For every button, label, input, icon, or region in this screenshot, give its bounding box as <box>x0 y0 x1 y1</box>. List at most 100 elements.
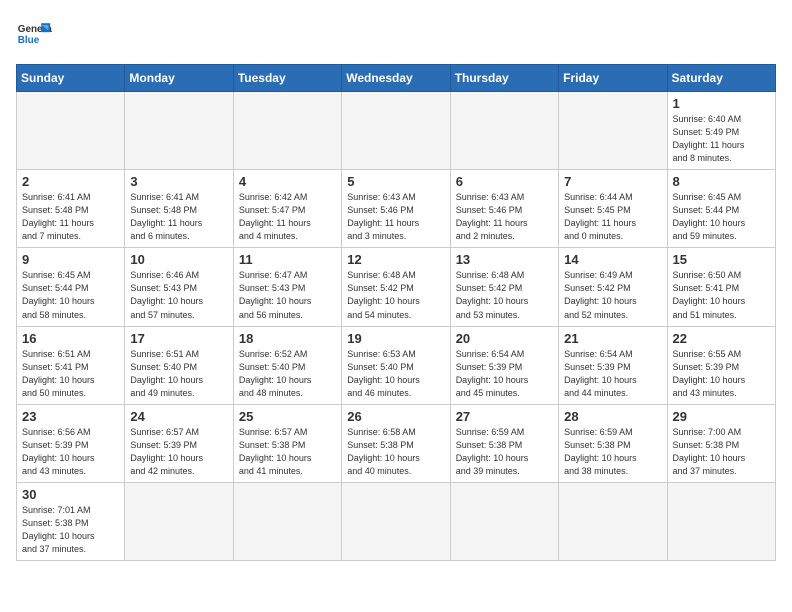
calendar-week-row: 2 Sunrise: 6:41 AMSunset: 5:48 PMDaylight… <box>17 170 776 248</box>
calendar-day-cell: 21 Sunrise: 6:54 AMSunset: 5:39 PMDayligh… <box>559 326 667 404</box>
day-number: 23 <box>22 409 119 424</box>
day-number: 8 <box>673 174 770 189</box>
calendar-day-cell <box>450 482 558 560</box>
day-number: 6 <box>456 174 553 189</box>
day-number: 16 <box>22 331 119 346</box>
weekday-header: Sunday <box>17 65 125 92</box>
calendar-day-cell <box>342 482 450 560</box>
day-number: 13 <box>456 252 553 267</box>
day-info: Sunrise: 6:43 AMSunset: 5:46 PMDaylight:… <box>456 191 553 243</box>
calendar-day-cell: 11 Sunrise: 6:47 AMSunset: 5:43 PMDayligh… <box>233 248 341 326</box>
day-number: 29 <box>673 409 770 424</box>
calendar-week-row: 23 Sunrise: 6:56 AMSunset: 5:39 PMDayligh… <box>17 404 776 482</box>
day-number: 2 <box>22 174 119 189</box>
day-number: 3 <box>130 174 227 189</box>
day-info: Sunrise: 6:45 AMSunset: 5:44 PMDaylight:… <box>673 191 770 243</box>
calendar-day-cell <box>125 92 233 170</box>
calendar-day-cell: 30Sunrise: 7:01 AMSunset: 5:38 PMDayligh… <box>17 482 125 560</box>
day-info: Sunrise: 6:47 AMSunset: 5:43 PMDaylight:… <box>239 269 336 321</box>
day-info: Sunrise: 7:00 AMSunset: 5:38 PMDaylight:… <box>673 426 770 478</box>
day-info: Sunrise: 6:50 AMSunset: 5:41 PMDaylight:… <box>673 269 770 321</box>
day-info: Sunrise: 6:57 AMSunset: 5:39 PMDaylight:… <box>130 426 227 478</box>
calendar-week-row: 1 Sunrise: 6:40 AMSunset: 5:49 PMDaylight… <box>17 92 776 170</box>
day-info: Sunrise: 6:56 AMSunset: 5:39 PMDaylight:… <box>22 426 119 478</box>
weekday-header: Tuesday <box>233 65 341 92</box>
weekday-header: Wednesday <box>342 65 450 92</box>
calendar-day-cell: 28 Sunrise: 6:59 AMSunset: 5:38 PMDayligh… <box>559 404 667 482</box>
calendar-day-cell: 7Sunrise: 6:44 AMSunset: 5:45 PMDaylight… <box>559 170 667 248</box>
day-info: Sunrise: 6:40 AMSunset: 5:49 PMDaylight:… <box>673 113 770 165</box>
day-info: Sunrise: 6:52 AMSunset: 5:40 PMDaylight:… <box>239 348 336 400</box>
calendar-day-cell: 19 Sunrise: 6:53 AMSunset: 5:40 PMDayligh… <box>342 326 450 404</box>
day-number: 10 <box>130 252 227 267</box>
day-info: Sunrise: 6:54 AMSunset: 5:39 PMDaylight:… <box>564 348 661 400</box>
logo-icon: General Blue <box>16 16 52 52</box>
day-info: Sunrise: 6:58 AMSunset: 5:38 PMDaylight:… <box>347 426 444 478</box>
calendar-day-cell <box>233 92 341 170</box>
calendar-day-cell: 22 Sunrise: 6:55 AMSunset: 5:39 PMDayligh… <box>667 326 775 404</box>
calendar-week-row: 30Sunrise: 7:01 AMSunset: 5:38 PMDayligh… <box>17 482 776 560</box>
day-number: 21 <box>564 331 661 346</box>
day-number: 28 <box>564 409 661 424</box>
day-info: Sunrise: 6:41 AMSunset: 5:48 PMDaylight:… <box>22 191 119 243</box>
calendar-day-cell: 23 Sunrise: 6:56 AMSunset: 5:39 PMDayligh… <box>17 404 125 482</box>
calendar-day-cell <box>233 482 341 560</box>
day-info: Sunrise: 6:44 AMSunset: 5:45 PMDaylight:… <box>564 191 661 243</box>
calendar-day-cell: 24 Sunrise: 6:57 AMSunset: 5:39 PMDayligh… <box>125 404 233 482</box>
day-info: Sunrise: 6:51 AMSunset: 5:41 PMDaylight:… <box>22 348 119 400</box>
calendar-day-cell: 8 Sunrise: 6:45 AMSunset: 5:44 PMDaylight… <box>667 170 775 248</box>
calendar-day-cell: 18 Sunrise: 6:52 AMSunset: 5:40 PMDayligh… <box>233 326 341 404</box>
calendar-day-cell: 15 Sunrise: 6:50 AMSunset: 5:41 PMDayligh… <box>667 248 775 326</box>
weekday-header: Monday <box>125 65 233 92</box>
day-info: Sunrise: 6:41 AMSunset: 5:48 PMDaylight:… <box>130 191 227 243</box>
calendar-day-cell <box>342 92 450 170</box>
day-info: Sunrise: 6:59 AMSunset: 5:38 PMDaylight:… <box>564 426 661 478</box>
calendar-day-cell <box>125 482 233 560</box>
page-header: General Blue <box>16 16 776 52</box>
day-number: 24 <box>130 409 227 424</box>
calendar-day-cell: 3 Sunrise: 6:41 AMSunset: 5:48 PMDaylight… <box>125 170 233 248</box>
calendar-day-cell: 17 Sunrise: 6:51 AMSunset: 5:40 PMDayligh… <box>125 326 233 404</box>
calendar-day-cell: 5Sunrise: 6:43 AMSunset: 5:46 PMDaylight… <box>342 170 450 248</box>
calendar-week-row: 9Sunrise: 6:45 AMSunset: 5:44 PMDaylight… <box>17 248 776 326</box>
day-number: 26 <box>347 409 444 424</box>
day-number: 22 <box>673 331 770 346</box>
calendar-day-cell: 2 Sunrise: 6:41 AMSunset: 5:48 PMDaylight… <box>17 170 125 248</box>
day-number: 25 <box>239 409 336 424</box>
day-number: 1 <box>673 96 770 111</box>
calendar-week-row: 16 Sunrise: 6:51 AMSunset: 5:41 PMDayligh… <box>17 326 776 404</box>
calendar-day-cell: 14 Sunrise: 6:49 AMSunset: 5:42 PMDayligh… <box>559 248 667 326</box>
calendar-day-cell: 1 Sunrise: 6:40 AMSunset: 5:49 PMDaylight… <box>667 92 775 170</box>
calendar-day-cell <box>17 92 125 170</box>
calendar-day-cell <box>667 482 775 560</box>
weekday-header: Saturday <box>667 65 775 92</box>
day-number: 5 <box>347 174 444 189</box>
day-number: 14 <box>564 252 661 267</box>
day-info: Sunrise: 6:53 AMSunset: 5:40 PMDaylight:… <box>347 348 444 400</box>
logo: General Blue <box>16 16 52 52</box>
calendar-day-cell: 29 Sunrise: 7:00 AMSunset: 5:38 PMDayligh… <box>667 404 775 482</box>
day-info: Sunrise: 6:46 AMSunset: 5:43 PMDaylight:… <box>130 269 227 321</box>
calendar-day-cell: 9Sunrise: 6:45 AMSunset: 5:44 PMDaylight… <box>17 248 125 326</box>
day-info: Sunrise: 6:49 AMSunset: 5:42 PMDaylight:… <box>564 269 661 321</box>
day-info: Sunrise: 6:55 AMSunset: 5:39 PMDaylight:… <box>673 348 770 400</box>
day-info: Sunrise: 6:57 AMSunset: 5:38 PMDaylight:… <box>239 426 336 478</box>
calendar-day-cell: 12Sunrise: 6:48 AMSunset: 5:42 PMDayligh… <box>342 248 450 326</box>
day-number: 19 <box>347 331 444 346</box>
day-number: 17 <box>130 331 227 346</box>
day-info: Sunrise: 6:42 AMSunset: 5:47 PMDaylight:… <box>239 191 336 243</box>
day-number: 18 <box>239 331 336 346</box>
day-number: 11 <box>239 252 336 267</box>
calendar-day-cell: 10 Sunrise: 6:46 AMSunset: 5:43 PMDayligh… <box>125 248 233 326</box>
calendar-day-cell: 13 Sunrise: 6:48 AMSunset: 5:42 PMDayligh… <box>450 248 558 326</box>
day-number: 4 <box>239 174 336 189</box>
day-info: Sunrise: 6:48 AMSunset: 5:42 PMDaylight:… <box>347 269 444 321</box>
calendar-table: SundayMondayTuesdayWednesdayThursdayFrid… <box>16 64 776 561</box>
day-info: Sunrise: 6:48 AMSunset: 5:42 PMDaylight:… <box>456 269 553 321</box>
calendar-day-cell: 26 Sunrise: 6:58 AMSunset: 5:38 PMDayligh… <box>342 404 450 482</box>
calendar-day-cell: 20Sunrise: 6:54 AMSunset: 5:39 PMDayligh… <box>450 326 558 404</box>
day-info: Sunrise: 6:51 AMSunset: 5:40 PMDaylight:… <box>130 348 227 400</box>
calendar-day-cell: 4 Sunrise: 6:42 AMSunset: 5:47 PMDaylight… <box>233 170 341 248</box>
weekday-header-row: SundayMondayTuesdayWednesdayThursdayFrid… <box>17 65 776 92</box>
day-number: 15 <box>673 252 770 267</box>
